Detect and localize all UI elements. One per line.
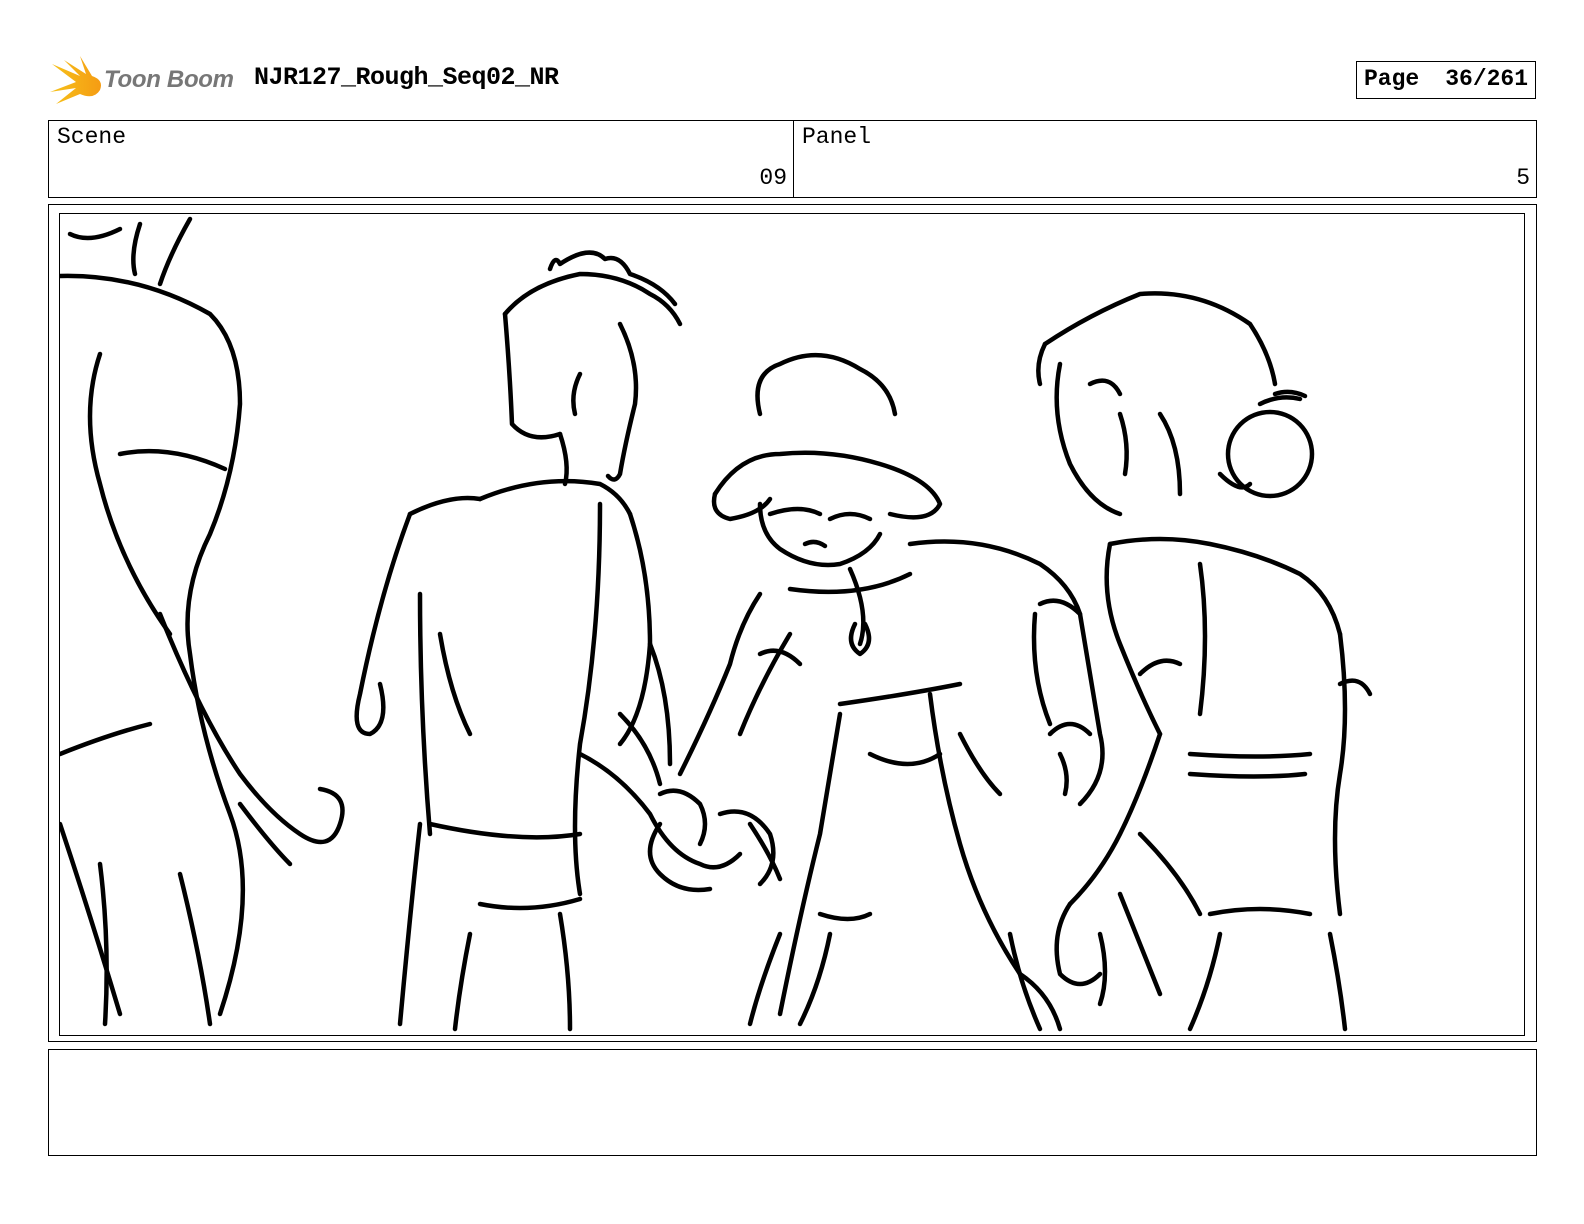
- rough-sketch-illustration: [60, 216, 1373, 1032]
- panel-value: 5: [1516, 165, 1530, 191]
- storyboard-panel-frame: [48, 204, 1537, 1042]
- scene-cell: Scene 09: [49, 121, 794, 197]
- page-indicator: Page 36/261: [1356, 61, 1536, 99]
- panel-notes-box: [48, 1049, 1537, 1156]
- panel-cell: Panel 5: [794, 121, 1536, 197]
- logo-text: Toon Boom: [104, 66, 234, 93]
- page-number: 36/261: [1445, 66, 1529, 92]
- page-label: Page: [1364, 66, 1420, 92]
- sparkle-icon: [50, 56, 101, 104]
- info-row: Scene 09 Panel 5: [48, 120, 1537, 198]
- project-title: NJR127_Rough_Seq02_NR: [254, 63, 559, 92]
- panel-label: Panel: [802, 124, 872, 150]
- storyboard-drawing: [59, 213, 1525, 1036]
- toon-boom-logo: Toon Boom: [50, 54, 240, 106]
- scene-value: 09: [759, 165, 787, 191]
- scene-label: Scene: [57, 124, 127, 150]
